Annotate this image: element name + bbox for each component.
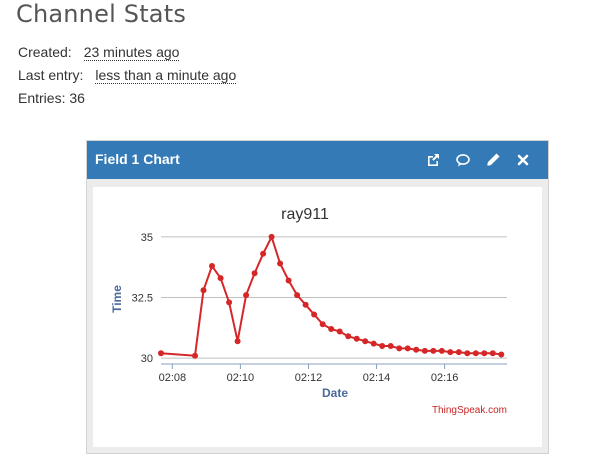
- data-point: [438, 347, 445, 354]
- x-tick-label: 02:12: [295, 372, 323, 384]
- x-tick-label: 02:10: [227, 372, 255, 384]
- last-entry-row: Last entry: less than a minute ago: [18, 67, 237, 84]
- data-point: [489, 350, 496, 357]
- data-point: [192, 352, 198, 359]
- created-value[interactable]: 23 minutes ago: [83, 44, 180, 61]
- comment-icon[interactable]: [455, 152, 471, 168]
- entries-label: Entries:: [18, 90, 66, 106]
- page-title: Channel Stats: [16, 0, 187, 28]
- last-entry-label: Last entry:: [18, 67, 84, 83]
- y-axis-label: Time: [110, 285, 124, 313]
- data-point: [379, 343, 386, 349]
- data-point: [328, 326, 335, 332]
- data-point: [158, 350, 164, 357]
- series-line: [160, 234, 502, 357]
- x-tick-label: 02:08: [159, 372, 187, 384]
- chart-title: ray911: [281, 206, 329, 223]
- data-point: [362, 338, 369, 345]
- data-point: [268, 233, 275, 240]
- data-point: [404, 345, 411, 352]
- data-point: [396, 345, 403, 352]
- data-point: [226, 299, 233, 306]
- data-point: [234, 338, 241, 345]
- field-chart-panel: Field 1 Chart ray911 30 32.5 35 02:08 02:10…: [86, 140, 549, 454]
- data-point: [217, 275, 224, 282]
- external-link-icon[interactable]: [425, 152, 441, 168]
- data-point: [421, 347, 428, 354]
- data-point: [200, 287, 207, 294]
- data-point: [302, 301, 309, 308]
- y-tick-label: 32.5: [132, 293, 153, 305]
- thingspeak-credit[interactable]: ThingSpeak.com: [432, 405, 507, 416]
- line-chart: ray911 30 32.5 35 02:08 02:10 02:12 02:14 02:1…: [110, 206, 507, 416]
- data-point: [353, 335, 360, 342]
- chart-area: ray911 30 32.5 35 02:08 02:10 02:12 02:14 02:1…: [93, 187, 542, 447]
- data-point: [251, 270, 258, 277]
- data-point: [285, 277, 292, 284]
- entries-value: 36: [69, 90, 85, 106]
- data-point: [464, 350, 471, 357]
- x-tick-label: 02:14: [363, 372, 391, 384]
- x-tick-label: 02:16: [431, 372, 459, 384]
- data-point: [387, 343, 394, 349]
- entries-row: Entries: 36: [18, 90, 85, 106]
- last-entry-value[interactable]: less than a minute ago: [95, 67, 237, 84]
- data-point: [472, 350, 479, 357]
- data-point: [498, 351, 505, 358]
- data-point: [243, 292, 250, 299]
- data-point: [370, 340, 377, 347]
- data-point: [345, 333, 352, 340]
- data-point: [413, 346, 420, 353]
- panel-header: Field 1 Chart: [87, 141, 548, 179]
- data-point: [430, 347, 437, 354]
- data-point: [481, 350, 488, 357]
- data-point: [260, 250, 267, 257]
- pencil-icon[interactable]: [485, 152, 501, 168]
- data-point: [336, 328, 343, 335]
- data-point: [294, 292, 301, 299]
- x-axis-label: Date: [322, 386, 348, 400]
- data-point: [455, 349, 462, 356]
- data-point: [319, 321, 326, 328]
- data-point: [311, 311, 318, 318]
- panel-title: Field 1 Chart: [95, 151, 180, 167]
- created-label: Created:: [18, 44, 72, 60]
- close-icon[interactable]: [515, 152, 531, 168]
- data-point: [447, 349, 454, 356]
- created-row: Created: 23 minutes ago: [18, 44, 180, 61]
- y-tick-label: 35: [141, 232, 153, 244]
- data-point: [277, 260, 284, 267]
- y-tick-label: 30: [141, 353, 153, 365]
- data-point: [209, 263, 215, 269]
